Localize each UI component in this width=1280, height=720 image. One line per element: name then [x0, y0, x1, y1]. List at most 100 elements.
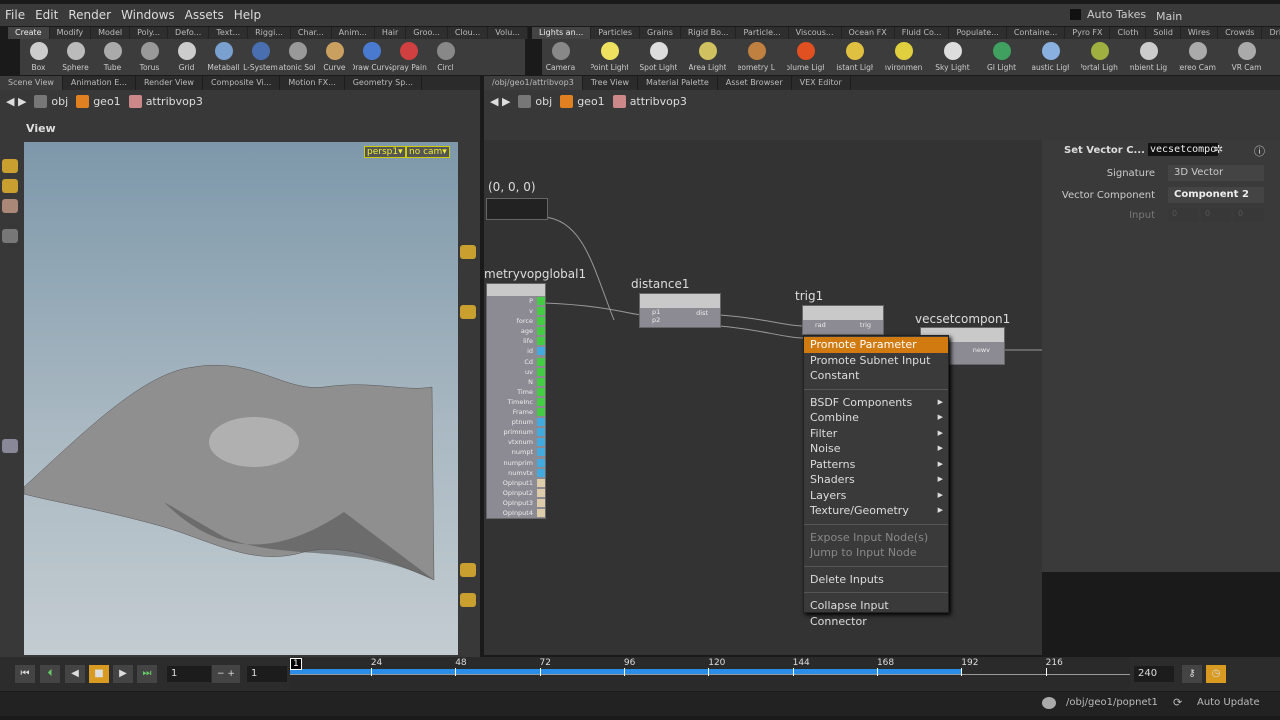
port-time[interactable]: Time — [487, 387, 545, 397]
refresh-icon[interactable]: ⟳ — [1173, 696, 1182, 709]
port-rad[interactable]: rad — [815, 321, 826, 329]
crumb-obj[interactable]: obj — [34, 94, 68, 108]
port-connector[interactable] — [537, 458, 545, 467]
port-connector[interactable] — [537, 387, 545, 396]
menu-item-delete-inputs[interactable]: Delete Inputs — [804, 572, 948, 588]
play-button[interactable]: ▶ — [113, 665, 133, 683]
menu-item-filter[interactable]: Filter ▶ — [804, 426, 948, 442]
menu-item-jump-to-input-node[interactable]: Jump to Input Node — [804, 545, 948, 561]
gear-icon[interactable]: ✲ — [1214, 143, 1223, 156]
stop-button[interactable]: ■ — [89, 665, 109, 683]
shelf-tab[interactable]: Rigid Bo... — [681, 27, 737, 39]
shelf-tab[interactable]: Groo... — [406, 27, 448, 39]
menu-assets[interactable]: Assets — [180, 8, 229, 22]
shelf-tab[interactable]: Wires — [1181, 27, 1219, 39]
shelf-tool[interactable]: VR Cam — [1228, 39, 1265, 75]
shelf-tab[interactable]: Text... — [209, 27, 249, 39]
port-dist[interactable]: dist — [696, 309, 708, 317]
port-connector[interactable] — [537, 428, 545, 437]
shelf-tab[interactable]: Drive Si... — [1262, 27, 1280, 39]
port-connector[interactable] — [537, 377, 545, 386]
shelf-tab[interactable]: Clou... — [448, 27, 489, 39]
crumb-attribvop3[interactable]: attribvop3 — [612, 94, 687, 108]
port-opinput2[interactable]: OpInput2 — [487, 488, 545, 498]
takes-select[interactable]: Main — [1150, 8, 1270, 25]
port-connector[interactable] — [537, 508, 545, 517]
port-connector[interactable] — [537, 327, 545, 336]
port-newv[interactable]: newv — [973, 346, 990, 354]
pane-tab[interactable]: Composite Vi... — [203, 76, 281, 90]
port-p[interactable]: P — [487, 296, 545, 306]
port-numvtx[interactable]: numvtx — [487, 468, 545, 478]
shelf-tab[interactable]: Containe... — [1007, 27, 1066, 39]
pane-tab[interactable]: Asset Browser — [718, 76, 792, 90]
pane-tab[interactable]: Animation E... — [63, 76, 136, 90]
port-uv[interactable]: uv — [487, 367, 545, 377]
realtime-icon[interactable]: ◷ — [1206, 665, 1226, 683]
port-connector[interactable] — [537, 468, 545, 477]
port-connector[interactable] — [537, 307, 545, 316]
global-node[interactable]: Pv force age life id Cd uv N Time TimeInc Frame ptn… — [486, 283, 546, 519]
port-force[interactable]: force — [487, 316, 545, 326]
port-connector[interactable] — [537, 317, 545, 326]
menu-edit[interactable]: Edit — [30, 8, 63, 22]
pane-tab[interactable]: Tree View — [583, 76, 639, 90]
port-trig[interactable]: trig — [860, 321, 871, 329]
shelf-tool[interactable]: Stereo Cam... — [1179, 39, 1216, 75]
port-connector[interactable] — [537, 478, 545, 487]
port-connector[interactable] — [537, 337, 545, 346]
viewport[interactable]: persp1▾ no cam▾ — [23, 142, 458, 655]
shelf-tab[interactable]: Fluid Co... — [895, 27, 950, 39]
port-connector[interactable] — [537, 418, 545, 427]
shelf-tab[interactable]: Populate... — [949, 27, 1007, 39]
end-frame-field[interactable]: 240 — [1134, 666, 1174, 682]
step-back-button[interactable]: ⏴ — [40, 665, 60, 683]
port-life[interactable]: life — [487, 336, 545, 346]
port-connector[interactable] — [537, 488, 545, 497]
select-tool-icon[interactable] — [2, 159, 18, 173]
shelf-tab[interactable]: Viscous... — [789, 27, 842, 39]
menu-item-promote-subnet-input[interactable]: Promote Subnet Input — [804, 353, 948, 369]
jump-end-button[interactable]: ⏭ — [137, 665, 157, 683]
persp-menu[interactable]: persp1▾ — [364, 146, 406, 158]
menu-render[interactable]: Render — [63, 8, 116, 22]
auto-takes-toggle[interactable]: Auto Takes — [1070, 8, 1146, 21]
shelf-tool[interactable]: Curve — [316, 39, 353, 75]
checkbox[interactable] — [1070, 9, 1081, 20]
shelf-tool[interactable]: L-System — [242, 39, 279, 75]
port-connector[interactable] — [537, 438, 545, 447]
menu-item-expose-input-node-s-[interactable]: Expose Input Node(s) — [804, 530, 948, 546]
shelf-tool[interactable]: Draw Curve — [353, 39, 390, 75]
shelf-tab[interactable]: Anim... — [332, 27, 375, 39]
shelf-tool[interactable]: Circl — [427, 39, 464, 75]
shelf-tab[interactable]: Hair — [375, 27, 407, 39]
port-frame[interactable]: Frame — [487, 407, 545, 417]
key-icon[interactable]: ⚷ — [1182, 665, 1202, 683]
shelf-tool[interactable]: Torus — [131, 39, 168, 75]
shelf-tab[interactable]: Lights an... — [532, 27, 592, 39]
signature-select[interactable]: 3D Vector — [1168, 165, 1264, 181]
port-numprim[interactable]: numprim — [487, 458, 545, 468]
crumb-obj[interactable]: obj — [518, 94, 552, 108]
snap-icon[interactable] — [2, 439, 18, 453]
node-name-field[interactable]: vecsetcompo — [1148, 143, 1219, 156]
port-primnum[interactable]: primnum — [487, 427, 545, 437]
shading-icon[interactable] — [460, 563, 476, 577]
jump-start-button[interactable]: ⏮ — [15, 665, 35, 683]
auto-update-button[interactable]: Auto Update — [1197, 697, 1260, 708]
port-age[interactable]: age — [487, 326, 545, 336]
shelf-tab[interactable]: Defo... — [168, 27, 210, 39]
port-v[interactable]: v — [487, 306, 545, 316]
shelf-tab[interactable]: Particles — [591, 27, 641, 39]
shelf-tool[interactable]: Environmen... — [885, 39, 922, 75]
port-n[interactable]: N — [487, 377, 545, 387]
shelf-tab[interactable]: Create — [8, 27, 50, 39]
step-field[interactable]: 1 — [247, 666, 287, 682]
shelf-tool[interactable]: Tube — [94, 39, 131, 75]
menu-item-collapse-input-connector[interactable]: Collapse Input Connector — [804, 598, 948, 628]
port-connector[interactable] — [537, 367, 545, 376]
shelf-tab[interactable]: Ocean FX — [842, 27, 895, 39]
timeline-ruler[interactable]: 1 24 48 72 96 120 144 168 192 216 — [290, 657, 1130, 689]
input-y[interactable]: 0 — [1201, 208, 1231, 222]
port-connector[interactable] — [537, 397, 545, 406]
